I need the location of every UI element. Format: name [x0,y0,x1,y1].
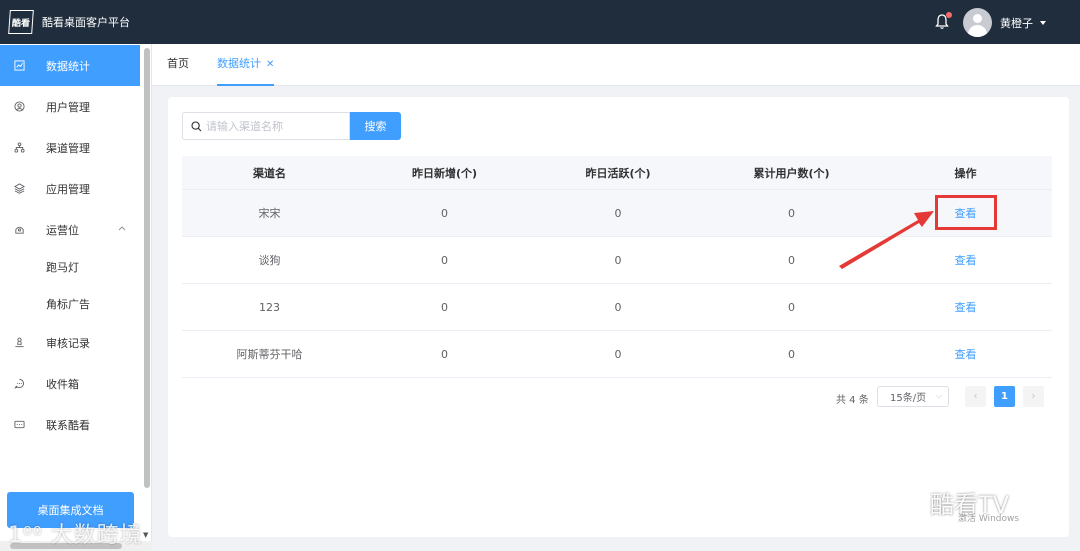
table-cell: 宋宋 [258,207,281,220]
layers-icon [13,183,25,195]
review-icon [13,337,25,349]
contact-icon [13,419,25,431]
user-icon [13,101,25,113]
chart-icon [13,60,25,72]
sidebar-item-review-records[interactable]: 审核记录 [0,322,140,363]
view-link[interactable]: 查看 [879,284,1052,330]
annotation-arrow-icon [839,211,934,269]
avatar[interactable] [963,8,992,37]
notification-dot [946,12,952,18]
sidebar-item-label: 用户管理 [46,100,90,114]
table-cell: 谈狗 [258,254,281,267]
windows-activation-watermark: 激活 Windows [958,514,1020,524]
sidebar-item-user-management[interactable]: 用户管理 [0,86,140,127]
sidebar-item-label: 跑马灯 [46,261,79,274]
sidebar-item-label: 运营位 [46,223,79,237]
top-header: 酷看 酷看桌面客户平台 [0,0,1080,44]
sidebar-scrollbar[interactable] [144,48,150,488]
table-cell: 0 [788,300,795,314]
sidebar-item-label: 渠道管理 [46,141,90,155]
sidebar: 数据统计 用户管理 渠道管理 应用管理 运营位 跑马灯 角标广告 审核记录 收件… [0,44,152,551]
table-row: 阿斯蒂芬干哈 0 0 0 查看 [182,331,1052,378]
scroll-down-arrow-icon[interactable]: ▼ [143,531,148,539]
username[interactable]: 黄橙子 [1000,15,1033,31]
pagination: 共 4 条 15条/页 ⌵ ‹ 1 › [168,386,1069,408]
page-size-select[interactable]: 15条/页 ⌵ [877,386,949,407]
content-card: 搜索 渠道名 昨日新增(个) 昨日活跃(个) 累计用户数(个) 操作 宋宋 0 … [168,97,1069,537]
watermark-left: 1⁰⁰ 大数跨境 [8,523,143,548]
column-header: 累计用户数(个) [753,166,830,180]
sidebar-item-channel-management[interactable]: 渠道管理 [0,127,140,168]
tab-bar: 首页 数据统计 ✕ [152,44,1080,86]
column-header: 操作 [954,166,977,180]
table-header: 渠道名 昨日新增(个) 昨日活跃(个) 累计用户数(个) 操作 [182,156,1052,190]
total-count: 共 4 条 [836,395,869,406]
search-input-wrapper[interactable] [182,112,350,140]
table-cell: 0 [441,300,448,314]
sidebar-item-label: 数据统计 [46,59,90,73]
table-cell: 0 [788,347,795,361]
sidebar-item-operations[interactable]: 运营位 [0,209,140,250]
sidebar-item-label: 角标广告 [46,298,90,311]
close-icon[interactable]: ✕ [266,59,274,70]
sidebar-subitem-badge-ads[interactable]: 角标广告 [0,285,140,323]
table-cell: 0 [441,347,448,361]
table-cell: 0 [441,206,448,220]
table-cell: 0 [614,206,622,220]
table-cell: 0 [441,253,448,267]
tab-data-statistics[interactable]: 数据统计 ✕ [217,44,275,86]
sidebar-item-label: 审核记录 [46,336,90,350]
search-button[interactable]: 搜索 [350,112,401,140]
app-logo[interactable]: 酷看 [8,10,34,34]
view-link[interactable]: 查看 [879,331,1052,377]
prev-page-button[interactable]: ‹ [965,386,986,407]
sidebar-subitem-marquee[interactable]: 跑马灯 [0,248,140,286]
sidebar-item-label: 联系酷看 [46,418,90,432]
table-cell: 0 [614,253,622,267]
chevron-down-icon[interactable] [1040,21,1046,25]
page-number-current[interactable]: 1 [994,386,1015,407]
next-page-button[interactable]: › [1023,386,1044,407]
table-cell: 0 [614,347,622,361]
chevron-up-icon [118,226,126,231]
column-header: 渠道名 [253,166,286,180]
sidebar-item-contact[interactable]: 联系酷看 [0,404,140,445]
search-icon [191,120,202,131]
sidebar-item-inbox[interactable]: 收件箱 [0,363,140,404]
sidebar-item-app-management[interactable]: 应用管理 [0,168,140,209]
annotation-highlight-box [935,195,997,230]
app-title: 酷看桌面客户平台 [42,16,130,29]
chevron-down-icon: ⌵ [935,391,942,400]
table-row: 123 0 0 0 查看 [182,284,1052,331]
column-header: 昨日活跃(个) [585,166,651,180]
search-input[interactable] [206,119,336,133]
column-header: 昨日新增(个) [411,166,478,180]
table-cell: 0 [614,300,622,314]
table-cell: 123 [259,300,280,314]
channel-icon [13,142,25,154]
operations-icon [13,224,25,236]
table-cell: 阿斯蒂芬干哈 [236,348,303,361]
inbox-icon [13,378,25,390]
sidebar-item-label: 收件箱 [46,377,79,391]
tab-home[interactable]: 首页 [167,44,189,86]
sidebar-item-data-statistics[interactable]: 数据统计 [0,45,140,86]
sidebar-item-label: 应用管理 [46,182,90,196]
